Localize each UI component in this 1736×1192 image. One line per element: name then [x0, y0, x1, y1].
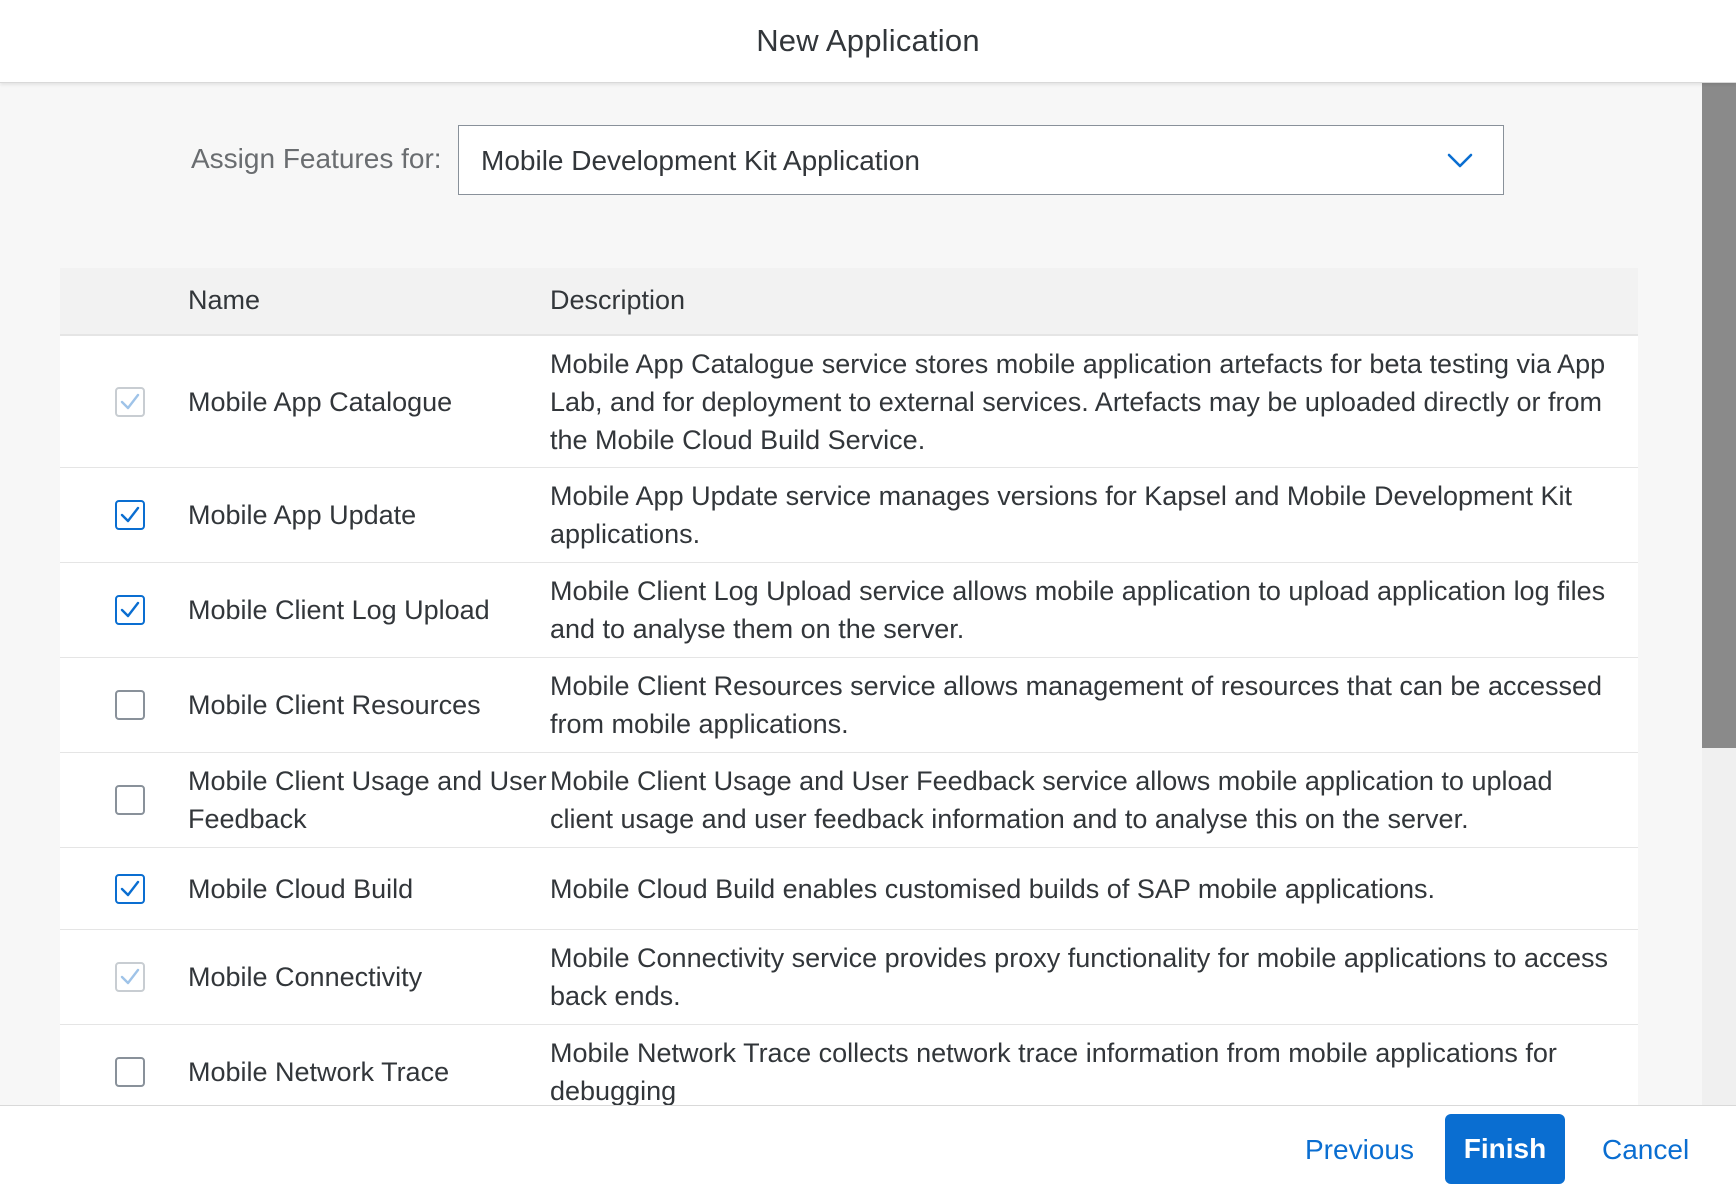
new-application-dialog: New Application Assign Features for: Mob… [0, 0, 1736, 1192]
feature-description: Mobile Cloud Build enables customised bu… [550, 873, 1436, 904]
dialog-footer: Previous Finish Cancel [0, 1105, 1736, 1192]
table-header: Name Description [60, 268, 1638, 336]
previous-button[interactable]: Previous [1305, 1134, 1414, 1166]
feature-name: Mobile Network Trace [188, 1057, 450, 1087]
table-row[interactable]: Mobile Client Resources Mobile Client Res… [60, 658, 1638, 753]
table-row[interactable]: Mobile App Catalogue Mobile App Catalogue… [60, 336, 1638, 468]
feature-description: Mobile App Update service manages versio… [550, 481, 1573, 549]
row-checkbox-cell [60, 848, 188, 929]
row-checkbox-cell [60, 563, 188, 657]
features-table: Name Description Mobile App Catalogue Mob… [60, 268, 1638, 1105]
column-header-name: Name [188, 285, 261, 315]
feature-name: Mobile Client Resources [188, 690, 481, 720]
row-checkbox-cell [60, 930, 188, 1024]
feature-name: Mobile App Update [188, 500, 417, 530]
dialog-header: New Application [0, 0, 1736, 83]
feature-name: Mobile App Catalogue [188, 386, 453, 417]
column-header-description: Description [550, 285, 686, 315]
feature-checkbox[interactable] [115, 595, 145, 625]
row-checkbox-cell [60, 1025, 188, 1105]
table-row[interactable]: Mobile Client Usage and User Feedback Mob… [60, 753, 1638, 848]
checkmark-icon [120, 393, 140, 409]
row-checkbox-cell [60, 336, 188, 467]
feature-name: Mobile Cloud Build [188, 873, 414, 904]
assign-features-row: Assign Features for: Mobile Development … [0, 125, 1702, 197]
feature-name: Mobile Client Usage and User Feedback [188, 766, 547, 834]
feature-checkbox[interactable] [115, 873, 145, 904]
table-row[interactable]: Mobile Cloud Build Mobile Cloud Build ena… [60, 848, 1638, 930]
chevron-down-icon [1447, 152, 1473, 170]
row-checkbox-cell [60, 753, 188, 847]
feature-description: Mobile Client Log Upload service allows … [550, 576, 1606, 644]
feature-checkbox[interactable] [115, 500, 145, 530]
feature-description: Mobile Network Trace collects network tr… [550, 1038, 1557, 1105]
feature-description: Mobile App Catalogue service stores mobi… [550, 348, 1606, 455]
feature-checkbox[interactable] [115, 690, 145, 720]
checkmark-icon [120, 506, 140, 523]
application-type-value: Mobile Development Kit Application [481, 145, 920, 176]
table-body: Mobile App Catalogue Mobile App Catalogue… [60, 336, 1638, 1105]
table-row[interactable]: Mobile Network Trace Mobile Network Trace… [60, 1025, 1638, 1105]
dialog-title: New Application [756, 23, 980, 58]
cancel-button[interactable]: Cancel [1602, 1134, 1689, 1166]
feature-name: Mobile Client Log Upload [188, 595, 490, 625]
table-row[interactable]: Mobile App Update Mobile App Update servi… [60, 468, 1638, 563]
row-checkbox-cell [60, 658, 188, 752]
checkmark-icon [120, 880, 140, 896]
finish-button[interactable]: Finish [1445, 1114, 1565, 1184]
table-row[interactable]: Mobile Client Log Upload Mobile Client Lo… [60, 563, 1638, 658]
assign-features-label: Assign Features for: [191, 143, 442, 174]
feature-description: Mobile Client Resources service allows m… [550, 671, 1603, 739]
feature-checkbox[interactable] [115, 785, 145, 815]
feature-checkbox[interactable] [115, 1057, 145, 1087]
scrollbar-thumb[interactable] [1702, 83, 1736, 748]
table-row[interactable]: Mobile Connectivity Mobile Connectivity s… [60, 930, 1638, 1025]
dialog-content: Assign Features for: Mobile Development … [0, 83, 1702, 1105]
feature-description: Mobile Connectivity service provides pro… [550, 943, 1608, 1011]
checkmark-icon [120, 601, 140, 618]
feature-name: Mobile Connectivity [188, 962, 423, 992]
checkmark-icon [120, 968, 140, 985]
feature-checkbox [115, 386, 145, 417]
feature-description: Mobile Client Usage and User Feedback se… [550, 766, 1553, 834]
application-type-select[interactable]: Mobile Development Kit Application [458, 125, 1504, 195]
row-checkbox-cell [60, 468, 188, 562]
feature-checkbox [115, 962, 145, 992]
